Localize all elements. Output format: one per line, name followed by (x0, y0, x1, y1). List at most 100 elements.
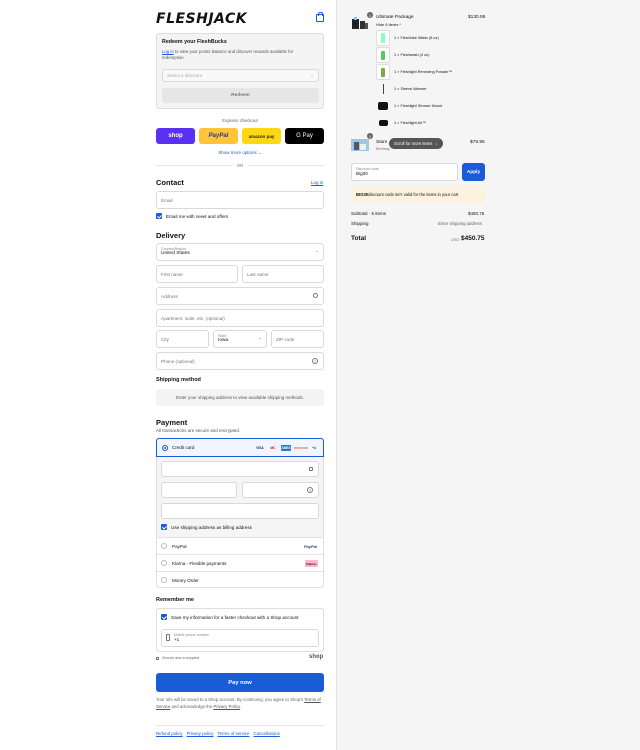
state-select[interactable]: State Iowa ⌄ (213, 330, 267, 348)
credit-card-radio[interactable] (162, 444, 168, 451)
money-order-label: Money Order (172, 577, 199, 583)
country-select[interactable]: Country/Region United States ⌄ (156, 243, 324, 261)
shopping-bag-icon[interactable] (316, 12, 324, 22)
discount-select[interactable]: Select a discount ⌄ (162, 69, 319, 82)
package-item: 1 × Fleshlight Air™ (376, 115, 426, 131)
apartment-field[interactable]: Apartment, suite, etc. (optional) (156, 309, 324, 327)
express-checkout-label: Express checkout (222, 118, 258, 123)
news-checkbox[interactable] (156, 213, 162, 219)
chevron-down-icon: ⌄ (310, 73, 314, 78)
credit-card-option[interactable]: Credit card VISA MC AMEX DISCOVER +4 (156, 438, 324, 457)
apply-discount-button[interactable]: Apply (462, 163, 485, 181)
klarna-radio[interactable] (161, 560, 167, 566)
shop-pay-button[interactable]: shop (156, 128, 195, 144)
billing-checkbox[interactable] (161, 524, 167, 530)
discount-code-field[interactable]: Discount code Big30 (351, 163, 458, 181)
help-circle-icon[interactable]: ? (312, 358, 318, 364)
cancellations-link[interactable]: Cancellations (253, 731, 279, 736)
paypal-button[interactable]: PayPal (199, 128, 238, 144)
paypal-option[interactable]: PayPal PayPal (157, 537, 323, 554)
package-item-label: 1 × Fleshlube Water (8 oz) (394, 36, 439, 40)
klarna-label: Klarna - Flexible payments (172, 560, 227, 566)
privacy-policy-link[interactable]: Privacy policy (187, 731, 214, 736)
package-item-thumbnail (376, 64, 390, 80)
last-name-field[interactable]: Last name (242, 265, 324, 283)
billing-checkbox-row[interactable]: Use shipping address as billing address (161, 524, 252, 530)
city-field[interactable]: City (156, 330, 209, 348)
hide-items-toggle[interactable]: Hide 6 items ^ (376, 22, 401, 27)
second-item-thumbnail: 1 (351, 133, 373, 153)
redeem-button[interactable]: Redeem (162, 88, 319, 103)
show-more-options-link[interactable]: Show more options ⌄ (156, 150, 324, 156)
phone-field[interactable]: Phone (optional) ? (156, 352, 324, 370)
package-thumbnail: 1 (351, 12, 373, 32)
package-image (352, 17, 368, 29)
package-item-label: 1 × Fleshlight Shower Mount (394, 104, 443, 108)
rewards-description: Log in to view your points balance and d… (162, 49, 294, 60)
google-pay-button[interactable]: G Pay (285, 128, 324, 144)
discount-warning: BIG30 discount code isn't valid for the … (351, 186, 485, 203)
address-field[interactable]: Address (156, 287, 324, 305)
help-circle-icon[interactable]: ? (307, 487, 313, 493)
lock-icon (156, 656, 159, 660)
scroll-for-more-pill[interactable]: Scroll for more items ↓ (389, 138, 443, 149)
package-item: 1 × Fleshwash (4 oz) (376, 47, 429, 63)
billing-checkbox-label: Use shipping address as billing address (171, 524, 252, 530)
security-code-field[interactable]: ? (242, 482, 319, 498)
mobile-phone-field[interactable]: Mobile phone number +1 (161, 629, 319, 647)
shop-logo: shop (309, 654, 324, 660)
email-field[interactable]: Email (156, 191, 324, 209)
remember-me-heading: Remember me (156, 597, 194, 603)
mobile-phone-value: +1 (174, 637, 180, 642)
scroll-for-more-label: Scroll for more items (394, 141, 433, 146)
zip-field[interactable]: ZIP code (271, 330, 324, 348)
package-item: 1 × Fleshlight Shower Mount (376, 98, 442, 114)
shipping-label: Shipping (351, 221, 369, 226)
subtotal-label: Subtotal · 5 items (351, 211, 387, 216)
package-item: 1 × Sleeve Warmer (376, 81, 426, 97)
visa-logo: VISA (256, 446, 264, 450)
card-number-field[interactable] (161, 461, 319, 477)
secure-encrypted-label: Secure and encrypted (162, 656, 200, 660)
expiration-field[interactable] (161, 482, 237, 498)
chevron-up-icon: ^ (399, 22, 402, 27)
money-order-radio[interactable] (161, 577, 167, 583)
package-item-thumbnail (376, 30, 390, 46)
name-on-card-field[interactable] (161, 503, 319, 519)
order-summary-column: 1 Ultimate Package Hide 6 items ^ $130.9… (336, 0, 640, 750)
second-item-title: Stam (376, 140, 388, 145)
contact-login-link[interactable]: Log in (311, 180, 323, 185)
shipping-method-notice: Enter your shipping address to view avai… (156, 389, 324, 406)
country-value: United States (161, 251, 190, 256)
package-item-thumbnail (376, 98, 390, 114)
chevron-down-icon: ⌄ (258, 150, 262, 155)
save-info-row[interactable]: Save my information for a faster checkou… (161, 614, 298, 620)
footer-links: Refund policy Privacy policy Terms of se… (156, 731, 280, 736)
pay-now-button[interactable]: Pay now (156, 673, 324, 692)
package-item-thumbnail (376, 81, 390, 97)
credit-card-label: Credit card (172, 445, 195, 450)
brand-logo[interactable]: FLESHJACK (156, 11, 247, 27)
package-item: 1 × Fleshlight Renewing Powder™ (376, 64, 452, 80)
amazon-pay-button[interactable]: amazon pay (242, 128, 281, 144)
save-info-checkbox[interactable] (161, 614, 167, 620)
rewards-login-link[interactable]: Log in (162, 49, 174, 54)
refund-policy-link[interactable]: Refund policy (156, 731, 183, 736)
first-name-field[interactable]: First name (156, 265, 238, 283)
paypal-logo: PayPal (303, 544, 317, 549)
second-item-qty-badge: 1 (367, 133, 373, 139)
shipping-value: Enter shipping address (438, 221, 482, 226)
klarna-option[interactable]: Klarna - Flexible payments Klarna. (157, 554, 323, 571)
package-item-label: 1 × Fleshlight Air™ (394, 121, 426, 125)
discount-select-placeholder: Select a discount (167, 73, 202, 78)
mobile-phone-icon (166, 634, 170, 641)
package-price: $130.95 (468, 15, 486, 20)
paypal-radio[interactable] (161, 543, 167, 549)
total-value: $450.75 (461, 235, 485, 242)
news-checkbox-row[interactable]: Email me with news and offers (156, 213, 228, 219)
shipping-method-heading: Shipping method (156, 377, 201, 383)
terms-of-service-link[interactable]: Terms of service (217, 731, 249, 736)
phone-placeholder: Phone (optional) (161, 358, 195, 364)
money-order-option[interactable]: Money Order (157, 571, 323, 588)
privacy-link[interactable]: Privacy Policy (213, 704, 239, 709)
